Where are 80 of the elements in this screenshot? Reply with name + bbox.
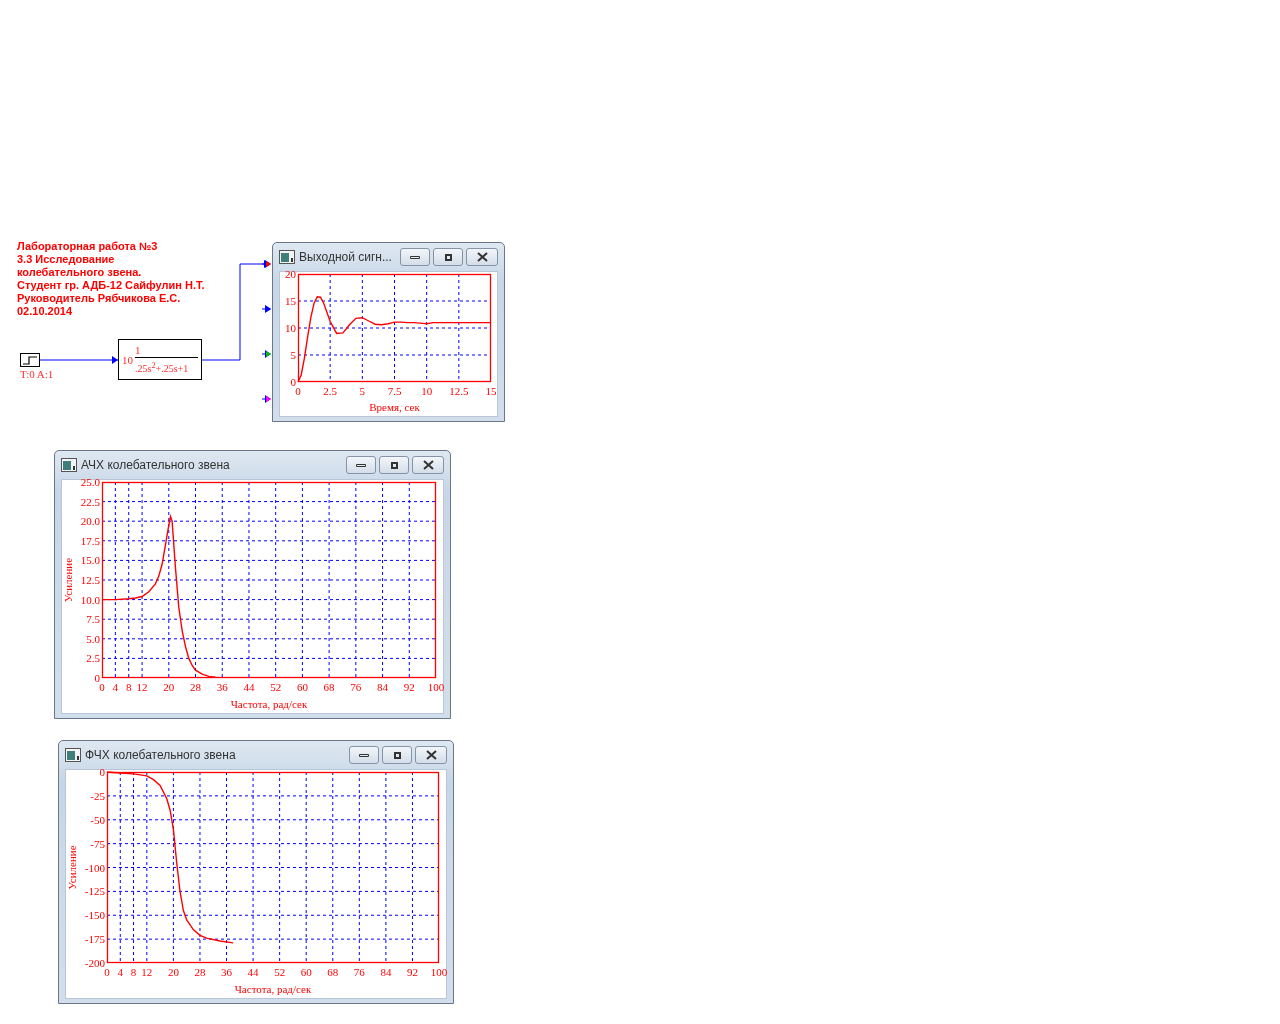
block-label: T:0 A:1 (20, 368, 54, 380)
tick-label: -150 (84, 909, 105, 922)
tick-label: 2.5 (86, 652, 100, 665)
tick-label: 84 (380, 966, 392, 978)
window-title: Выходной сигн... (299, 250, 393, 264)
annotation-line: 3.3 Исследование (17, 253, 116, 266)
tick-label: 20.0 (80, 515, 100, 528)
tick-label: 76 (350, 681, 362, 693)
window-title: ФЧХ колебательного звена (85, 748, 237, 762)
tick-label: 0 (104, 966, 110, 978)
axis-title: Частота, рад/сек (234, 983, 312, 995)
tick-label: 100 (427, 681, 445, 693)
tick-label: 68 (323, 681, 335, 693)
tick-label: 2.5 (323, 385, 338, 397)
tick-label: 8 (125, 681, 132, 693)
tick-label: 4 (117, 966, 124, 978)
tick-label: 12.5 (80, 574, 100, 586)
annotation-line: 02.10.2014 (17, 305, 74, 318)
axis-title: Усиление (62, 557, 74, 603)
tick-label: 100 (430, 966, 448, 978)
annotation-line: колебательного звена. (17, 266, 143, 279)
tick-label: 52 (274, 966, 286, 978)
tick-label: 44 (243, 681, 255, 693)
tick-label: 12 (141, 966, 153, 978)
tick-label: 0 (99, 681, 105, 693)
window-title: АЧХ колебательного звена (81, 458, 231, 472)
tick-label: 68 (327, 966, 339, 978)
tick-label: 15 (285, 295, 296, 307)
tick-label: 20 (285, 268, 296, 280)
tick-label: -25 (90, 789, 105, 802)
tick-label: 20 (167, 966, 179, 978)
tick-label: 15 (485, 385, 497, 397)
tick-label: 25.0 (80, 476, 100, 488)
tick-label: -200 (84, 957, 105, 969)
tick-label: 17.5 (80, 534, 100, 547)
tick-label: 92 (403, 681, 415, 693)
tick-label: -100 (84, 861, 105, 874)
tick-label: 0 (290, 376, 296, 388)
tick-label: 5 (290, 349, 296, 361)
tick-label: 22.5 (80, 495, 100, 508)
annotation-line: Лабораторная работа №3 (17, 240, 159, 253)
tick-label: -75 (90, 837, 105, 850)
tick-label: 12 (136, 681, 148, 693)
gain-text: 10 (122, 353, 133, 366)
tick-label: 84 (377, 681, 389, 693)
tick-label: 36 (216, 681, 228, 693)
tick-label: 10.0 (80, 593, 100, 606)
tick-label: 8 (130, 966, 137, 978)
tick-label: 60 (300, 966, 312, 978)
tick-label: 12.5 (449, 385, 469, 397)
tick-label: 5.0 (86, 632, 100, 645)
axis-title: Частота, рад/сек (230, 698, 308, 710)
tick-label: 28 (194, 966, 206, 978)
tick-label: 44 (247, 966, 259, 978)
tick-label: -125 (84, 885, 105, 898)
tick-label: 0 (94, 672, 100, 684)
tick-label: 5 (359, 385, 366, 397)
tick-label: 0 (99, 766, 105, 778)
tick-label: 92 (406, 966, 418, 978)
tick-label: 60 (296, 681, 308, 693)
tick-label: 15.0 (80, 554, 100, 567)
tick-label: 7.5 (387, 385, 402, 397)
numerator-text: 1 (135, 343, 142, 356)
axis-title: Усиление (66, 845, 78, 890)
annotation-line: Руководитель Рябчикова Е.С. (17, 292, 182, 305)
tick-label: -175 (84, 933, 105, 946)
tick-label: 76 (353, 966, 365, 978)
annotation-line: Студент гр. АДБ-12 Сайфулин Н.Т. (17, 279, 205, 292)
tick-label: 7.5 (86, 613, 100, 626)
tick-label: 52 (270, 681, 282, 693)
tick-label: 10 (285, 322, 296, 334)
tick-label: 0 (295, 385, 301, 397)
tick-label: 28 (190, 681, 201, 693)
tick-label: 4 (112, 681, 119, 693)
axis-title: Время, сек (369, 401, 420, 413)
tick-label: 20 (163, 681, 175, 693)
tick-label: -50 (90, 813, 105, 826)
denominator-text: .25s$^{2}$+.25s+1 (135, 359, 190, 376)
tick-label: 36 (221, 966, 232, 978)
tick-label: 10 (421, 385, 433, 397)
